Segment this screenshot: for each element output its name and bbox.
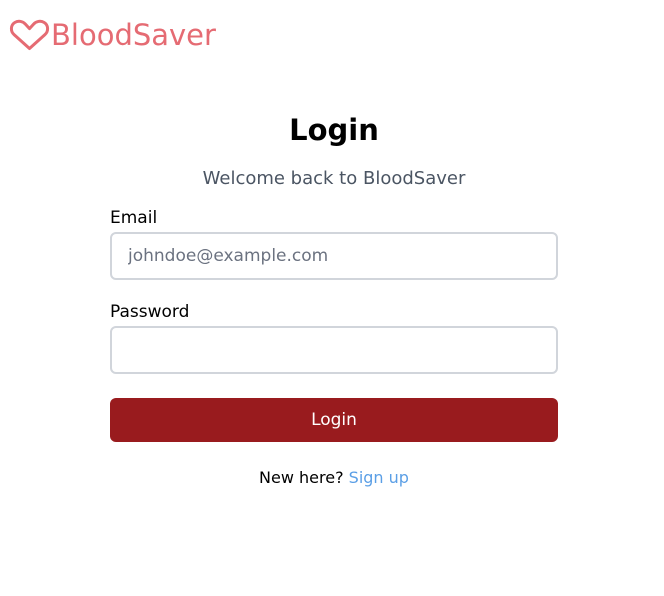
page-title: Login	[289, 113, 379, 147]
password-label: Password	[110, 302, 190, 322]
brand-logo[interactable]: BloodSaver	[9, 17, 216, 53]
signup-row: New here? Sign up	[110, 466, 558, 490]
password-input[interactable]	[110, 326, 558, 374]
heart-outline-icon	[9, 19, 50, 50]
email-label: Email	[110, 208, 158, 228]
login-page: BloodSaver Login Welcome back to BloodSa…	[0, 0, 664, 596]
signup-link[interactable]: Sign up	[349, 468, 409, 487]
signup-prompt: New here?	[259, 468, 344, 487]
login-button[interactable]: Login	[110, 398, 558, 442]
page-subtitle: Welcome back to BloodSaver	[202, 168, 466, 189]
login-form: Login Welcome back to BloodSaver Email P…	[110, 108, 558, 490]
brand-name: BloodSaver	[51, 18, 216, 52]
email-input[interactable]	[110, 232, 558, 280]
